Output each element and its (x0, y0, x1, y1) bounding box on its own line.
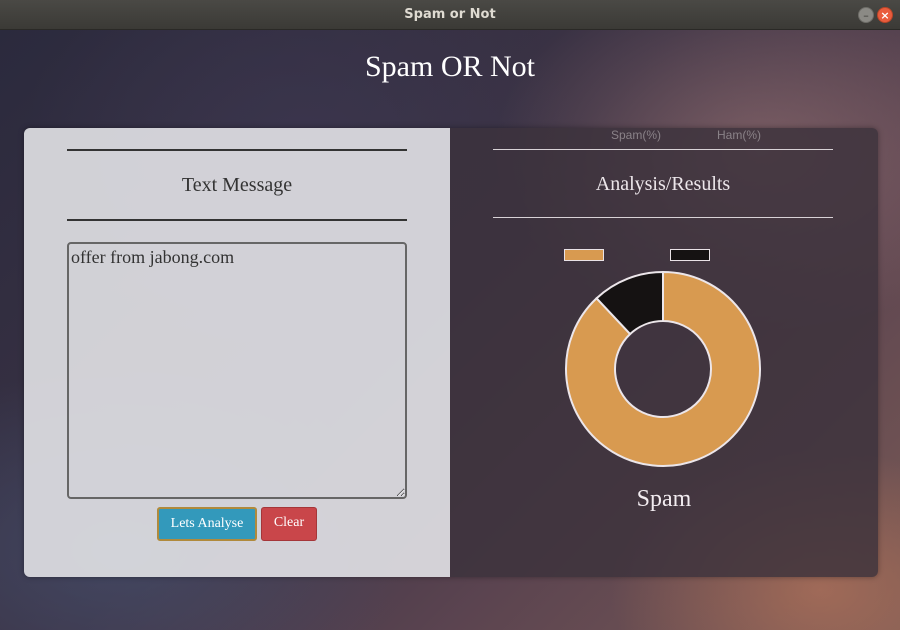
top-divider (67, 149, 407, 151)
result-label: Spam (636, 486, 692, 512)
input-heading: Text Message (181, 174, 293, 196)
clear-button[interactable]: Clear (261, 507, 317, 541)
close-icon[interactable]: × (877, 7, 893, 23)
input-panel: Text Message Lets Analyse Clear (24, 128, 450, 577)
bottom-divider (67, 219, 407, 221)
app-window: Spam or Not – × Spam OR Not Text Message… (0, 0, 900, 630)
title-bar[interactable]: Spam or Not – × (0, 0, 900, 30)
window-title: Spam or Not (404, 7, 496, 22)
page-title: Spam OR Not (364, 50, 535, 83)
minimize-icon[interactable]: – (858, 7, 874, 23)
results-panel: Analysis/Results Spam(%) Ham(%) Spam (450, 128, 878, 577)
analyse-button[interactable]: Lets Analyse (157, 507, 257, 541)
main-panel: Text Message Lets Analyse Clear Analysis… (24, 128, 878, 577)
message-textarea[interactable] (67, 242, 407, 499)
